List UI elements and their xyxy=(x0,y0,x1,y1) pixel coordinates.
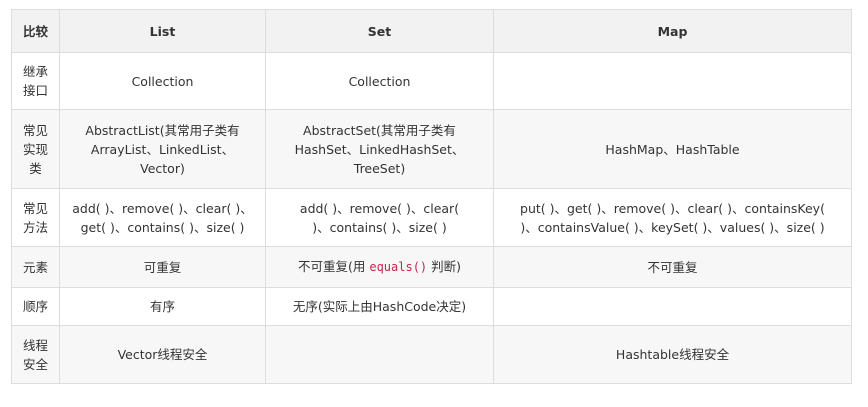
header-list: List xyxy=(59,9,266,53)
header-set: Set xyxy=(265,9,494,53)
table-row: 顺序 有序 无序(实际上由HashCode决定) xyxy=(11,287,852,326)
cell-set-impl: AbstractSet(其常用子类有HashSet、LinkedHashSet、… xyxy=(265,109,494,189)
table-row: 继承接口 Collection Collection xyxy=(11,52,852,110)
header-map: Map xyxy=(493,9,852,53)
set-elements-prefix: 不可重复(用 xyxy=(297,259,370,274)
equals-code: equals() xyxy=(369,260,428,274)
cell-map-thread: Hashtable线程安全 xyxy=(493,325,852,384)
cell-map-methods: put( )、get( )、remove( )、clear( )、contain… xyxy=(493,188,852,247)
header-compare: 比较 xyxy=(11,9,60,53)
cell-set-elements: 不可重复(用 equals() 判断) xyxy=(265,246,494,288)
cell-list-inherit: Collection xyxy=(59,52,266,110)
table-row: 线程安全 Vector线程安全 Hashtable线程安全 xyxy=(11,325,852,384)
row-label-inherit-interface: 继承接口 xyxy=(11,52,60,110)
cell-set-thread xyxy=(265,325,494,384)
table-row: 元素 可重复 不可重复(用 equals() 判断) 不可重复 xyxy=(11,246,852,288)
table-row: 常见实现类 AbstractList(其常用子类有ArrayList、Linke… xyxy=(11,109,852,189)
comparison-table: 比较 List Set Map 继承接口 Collection Collecti… xyxy=(11,9,852,384)
set-elements-suffix: 判断) xyxy=(427,259,461,274)
row-label-elements: 元素 xyxy=(11,246,60,288)
cell-map-inherit xyxy=(493,52,852,110)
row-label-common-impl: 常见实现类 xyxy=(11,109,60,189)
cell-list-impl: AbstractList(其常用子类有ArrayList、LinkedList、… xyxy=(59,109,266,189)
cell-list-elements: 可重复 xyxy=(59,246,266,288)
cell-set-methods: add( )、remove( )、clear( )、contains( )、si… xyxy=(265,188,494,247)
table-body: 继承接口 Collection Collection 常见实现类 Abstrac… xyxy=(11,52,852,384)
cell-map-order xyxy=(493,287,852,326)
row-label-thread-safety: 线程安全 xyxy=(11,325,60,384)
cell-set-inherit: Collection xyxy=(265,52,494,110)
cell-set-order: 无序(实际上由HashCode决定) xyxy=(265,287,494,326)
cell-list-order: 有序 xyxy=(59,287,266,326)
table-header: 比较 List Set Map xyxy=(11,9,852,53)
table-row: 常见方法 add( )、remove( )、clear( )、get( )、co… xyxy=(11,188,852,247)
row-label-order: 顺序 xyxy=(11,287,60,326)
cell-map-elements: 不可重复 xyxy=(493,246,852,288)
row-label-common-methods: 常见方法 xyxy=(11,188,60,247)
cell-map-impl: HashMap、HashTable xyxy=(493,109,852,189)
cell-list-thread: Vector线程安全 xyxy=(59,325,266,384)
header-row: 比较 List Set Map xyxy=(11,9,852,53)
cell-list-methods: add( )、remove( )、clear( )、get( )、contain… xyxy=(59,188,266,247)
